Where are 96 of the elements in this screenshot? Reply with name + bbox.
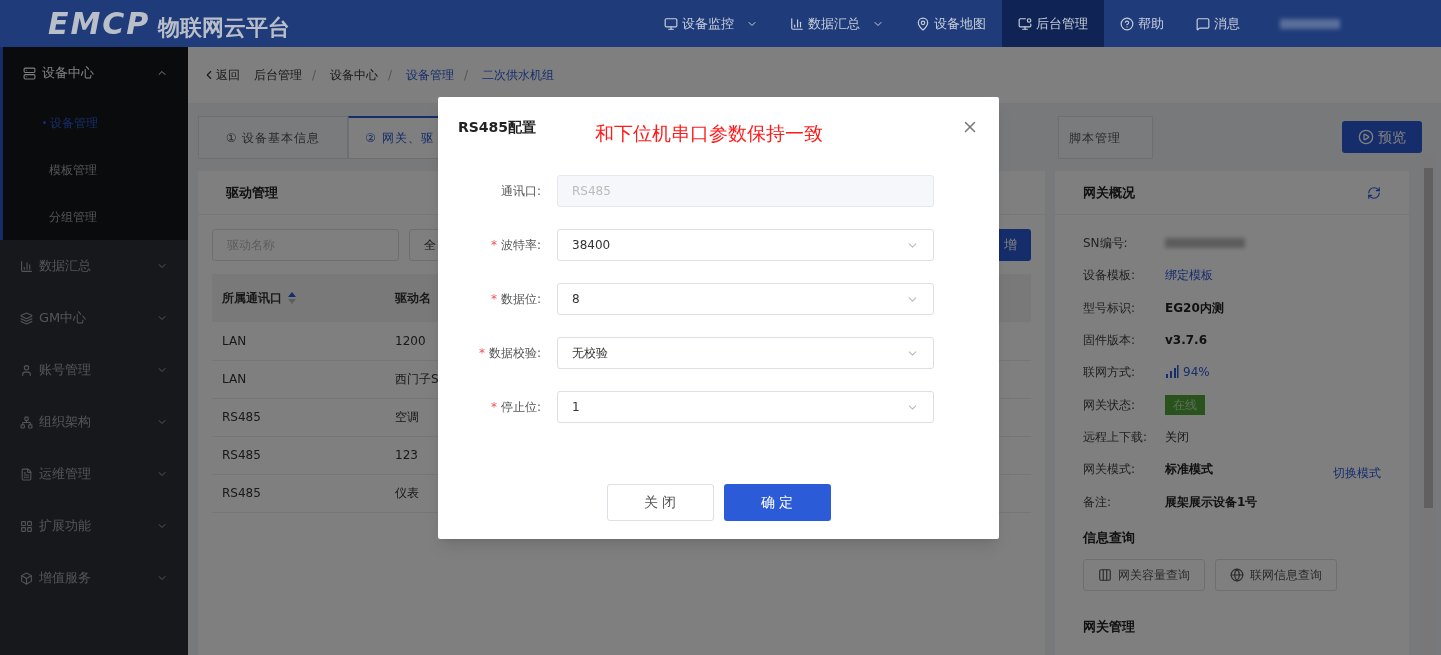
submenu-item[interactable]: 分组管理: [3, 193, 188, 240]
menu-icon: [20, 311, 33, 325]
field-label: 设备模板:: [1083, 267, 1137, 285]
table-cell: 西门子S: [385, 360, 439, 398]
table-cell: 123: [385, 436, 439, 474]
confirm-button[interactable]: 确 定: [723, 484, 831, 521]
nav-tab[interactable]: 帮助: [1104, 0, 1180, 47]
play-icon: [1358, 129, 1374, 145]
sort-icon: [288, 292, 296, 304]
step-tab[interactable]: ① 设备基本信息: [198, 116, 348, 159]
preview-button[interactable]: 预览: [1342, 121, 1422, 153]
select-field[interactable]: 无校验: [557, 337, 934, 369]
sidebar-item[interactable]: 组织架构: [0, 396, 188, 448]
switch-mode-link[interactable]: 切换模式: [1333, 464, 1382, 483]
field-label: 固件版本:: [1083, 332, 1137, 350]
required-mark: *: [490, 291, 497, 308]
required-mark: *: [490, 399, 497, 416]
menu-icon: [20, 519, 33, 533]
field-label: SN编号:: [1083, 235, 1129, 253]
required-mark: *: [490, 237, 497, 254]
column-header[interactable]: 驱动名: [385, 274, 439, 322]
nav-tab[interactable]: 设备监控: [648, 0, 774, 47]
nav-icon: [916, 16, 930, 31]
dialog-note: 和下位机串口参数保持一致: [595, 120, 823, 146]
field-label: 通讯口:: [500, 183, 541, 200]
breadcrumb-separator: /: [388, 67, 393, 84]
field-label: 网关状态:: [1083, 396, 1137, 414]
template-link[interactable]: 绑定模板: [1165, 266, 1213, 285]
field-value: 标准模式: [1165, 461, 1213, 479]
back-link[interactable]: 返回: [202, 66, 240, 84]
select-field[interactable]: 38400: [557, 229, 934, 261]
submenu-item[interactable]: 模板管理: [3, 146, 188, 193]
sidebar-item[interactable]: 设备中心: [3, 47, 188, 99]
breadcrumb-link[interactable]: 后台管理: [254, 66, 302, 84]
logo-text: 物联网云平台: [158, 16, 291, 39]
query-icon: [1230, 568, 1244, 583]
logo-mark: EMCP: [48, 8, 151, 39]
card-title: 网关概况: [1083, 183, 1135, 202]
card-title: 驱动管理: [226, 183, 278, 202]
menu-icon: [20, 415, 33, 429]
menu-icon: [23, 66, 36, 80]
table-cell: LAN: [212, 360, 385, 398]
field-label: 网关模式:: [1083, 461, 1137, 479]
refresh-icon: [1367, 185, 1382, 200]
nav-icon: [1120, 16, 1134, 31]
required-mark: *: [478, 345, 485, 362]
close-dialog-button[interactable]: 关 闭: [606, 484, 714, 521]
field-value: 关闭: [1165, 428, 1189, 446]
table-cell: RS485: [212, 436, 385, 474]
nav-icon: [1018, 16, 1032, 31]
field-label: 波特率:: [500, 237, 541, 254]
nav-icon: [790, 16, 804, 31]
table-cell: RS485: [212, 398, 385, 436]
nav-tab[interactable]: 后台管理: [1002, 0, 1104, 47]
nav-tab[interactable]: 消息: [1180, 0, 1256, 47]
sidebar-item[interactable]: 扩展功能: [0, 500, 188, 552]
breadcrumb-link[interactable]: 设备中心: [330, 66, 379, 84]
nav-tab[interactable]: 设备地图: [900, 0, 1002, 47]
menu-icon: [20, 363, 33, 377]
menu-icon: [20, 259, 33, 273]
field-label: 数据位:: [500, 291, 541, 308]
menu-icon: [20, 571, 33, 585]
menu-icon: [20, 467, 33, 481]
select-field[interactable]: 1: [557, 391, 934, 423]
field-label: 型号标识:: [1083, 299, 1137, 317]
nav-icon: [1196, 16, 1210, 31]
blurred-username: [1280, 18, 1340, 29]
nav-tab[interactable]: 数据汇总: [774, 0, 900, 47]
query-button[interactable]: 网关容量查询: [1083, 559, 1205, 592]
table-cell: 空调: [385, 398, 439, 436]
breadcrumb-link[interactable]: 设备管理: [406, 66, 455, 84]
field-label: 停止位:: [500, 399, 541, 416]
section-title: 信息查询: [1083, 528, 1136, 547]
field-value: EG20内测: [1165, 299, 1224, 317]
section-title: 网关管理: [1083, 618, 1136, 637]
table-cell: RS485: [212, 474, 385, 512]
breadcrumb-separator: /: [312, 67, 317, 84]
table-cell: LAN: [212, 322, 385, 360]
table-cell: 仪表: [385, 474, 439, 512]
signal-icon: [1165, 365, 1179, 380]
query-icon: [1098, 568, 1112, 583]
table-cell: 1200: [385, 322, 439, 360]
field-label: 远程上下载:: [1083, 428, 1149, 446]
nav-icon: [664, 16, 678, 31]
breadcrumb-link[interactable]: 二次供水机组: [482, 66, 555, 84]
breadcrumb-separator: /: [464, 67, 469, 84]
column-header[interactable]: 所属通讯口: [212, 274, 385, 322]
select-field[interactable]: 8: [557, 283, 934, 315]
field-label: 数据校验:: [488, 345, 541, 362]
query-button[interactable]: 联网信息查询: [1215, 559, 1337, 592]
field-value: 展架展示设备1号: [1165, 493, 1258, 511]
step-tab[interactable]: 脚本管理: [1058, 116, 1153, 159]
field-label: 备注:: [1083, 493, 1113, 511]
field-label: 联网方式:: [1083, 364, 1137, 382]
signal-value: 94%: [1183, 364, 1210, 382]
field-value: v3.7.6: [1165, 332, 1207, 350]
